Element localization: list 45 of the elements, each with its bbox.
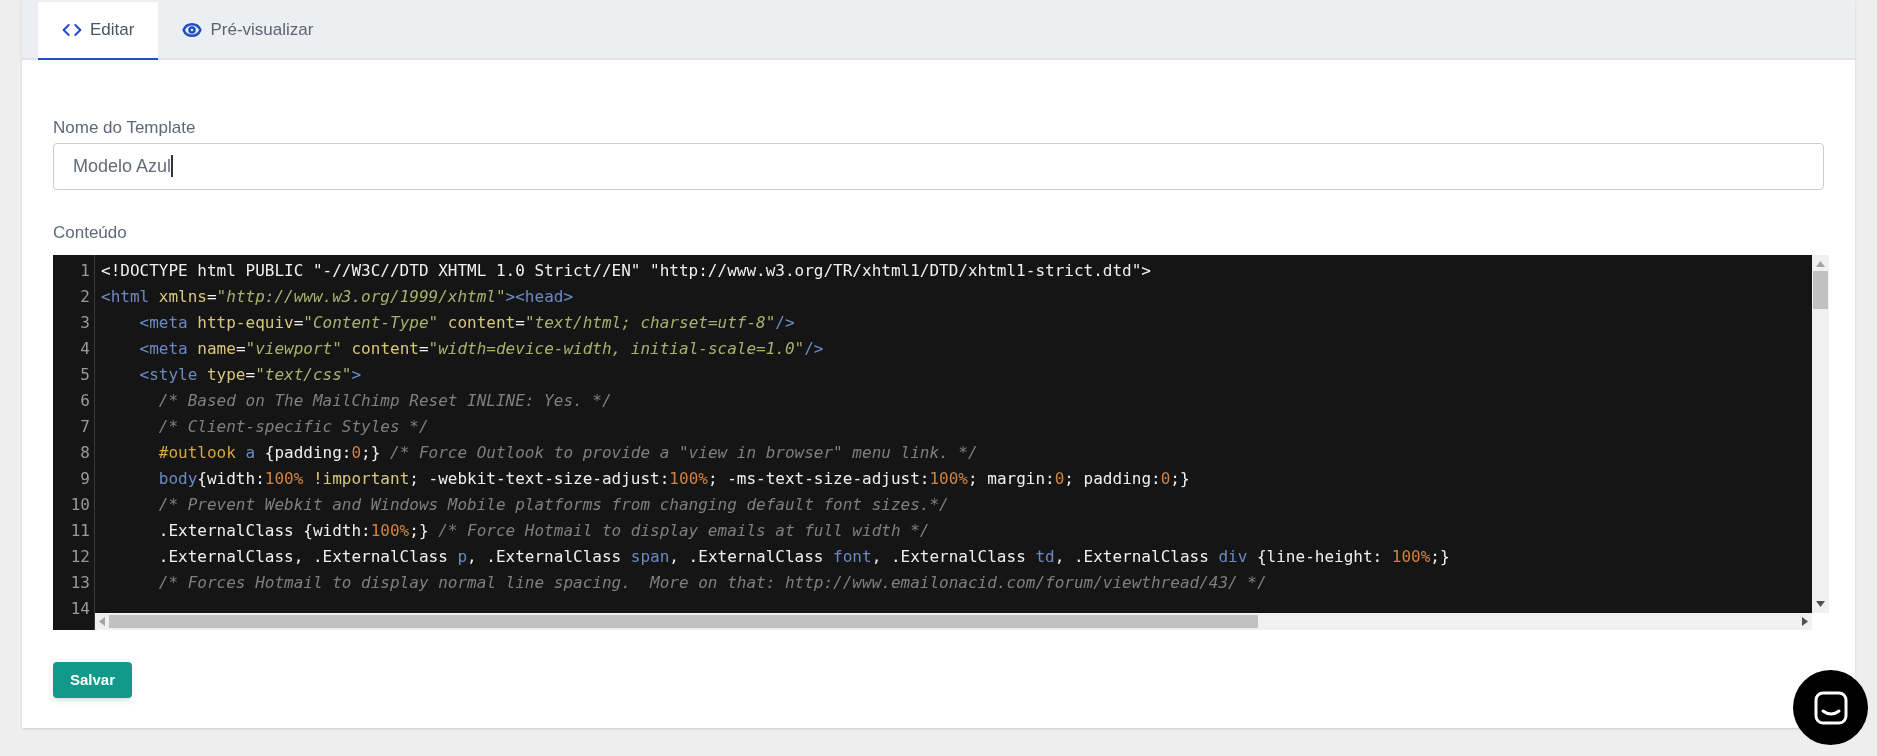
tab[interactable]: Editar	[38, 2, 159, 60]
code-line: #outlook a {padding:0;} /* Force Outlook to provide a "view in browser" menu link. */	[157, 443, 978, 462]
eye-icon	[182, 20, 203, 40]
code-line: <style type="text/css">	[138, 365, 362, 384]
scroll-thumb[interactable]	[1813, 271, 1828, 309]
line-number: 9	[80, 468, 90, 490]
line-number: 10	[70, 494, 90, 516]
line-number: 3	[80, 312, 90, 334]
code-line: /* Forces Hotmail to display normal line spacing. More on that: http://www.emailonacid.com/forum/viewthread/43/ */	[157, 573, 1267, 592]
line-number: 12	[70, 546, 90, 568]
line-number: 2	[80, 286, 90, 308]
code-line: .ExternalClass {width:100%;} /* Force Hotmail to display emails at full width */	[157, 521, 930, 540]
line-number: 4	[80, 338, 90, 360]
code-editor[interactable]	[53, 255, 1812, 630]
field-label: Conteúdo	[53, 221, 127, 244]
line-number: 14	[70, 598, 90, 620]
line-number: 13	[70, 572, 90, 594]
input-field[interactable]: Modelo Azul	[53, 142, 1824, 190]
line-number: 6	[80, 390, 90, 412]
code-line: body{width:100% !important; -webkit-text-size-adjust:100%; -ms-text-size-adjust:100%; margin:0; padding:0;}	[157, 469, 1190, 488]
chat-icon	[1813, 690, 1848, 725]
scroll-right-icon[interactable]	[1802, 617, 1808, 626]
scroll-down-icon[interactable]	[1816, 601, 1825, 607]
code-line: /* Client-specific Styles */	[157, 417, 429, 436]
code-line: .ExternalClass, .ExternalClass p, .ExternalClass span, .ExternalClass font, .ExternalClass td, .ExternalClass div {line-height: 100%;}	[157, 547, 1450, 566]
tab[interactable]: Pré-visualizar	[158, 2, 338, 60]
code-line: <html xmlns="http://www.w3.org/1999/xhtml"><head>	[101, 287, 574, 306]
save-button[interactable]: Salvar	[53, 662, 133, 698]
code-line: /* Based on The MailChimp Reset INLINE: Yes. */	[157, 391, 612, 410]
horizontal-scrollbar[interactable]	[95, 613, 1812, 630]
field-label: Nome do Template	[53, 117, 196, 139]
line-number: 11	[70, 520, 90, 542]
field-value: Modelo Azul	[73, 154, 172, 178]
line-number: 7	[80, 416, 90, 438]
code-line: <!DOCTYPE html PUBLIC "-//W3C//DTD XHTML 1.0 Strict//EN" "http://www.w3.org/TR/xhtml1/DTD/xhtml1-strict.dtd">	[101, 261, 1151, 280]
scroll-thumb[interactable]	[109, 615, 1258, 628]
line-number: 5	[80, 364, 90, 386]
scroll-up-icon[interactable]	[1816, 261, 1825, 267]
code-line: <meta name="viewport" content="width=device-width, initial-scale=1.0"/>	[138, 339, 824, 358]
scroll-left-icon[interactable]	[99, 617, 105, 626]
line-number: 1	[80, 260, 90, 282]
code-line: <meta http-equiv="Content-Type" content="text/html; charset=utf-8"/>	[138, 313, 795, 332]
vertical-scrollbar[interactable]	[1812, 255, 1829, 613]
line-number: 8	[80, 442, 90, 464]
code-line: /* Prevent Webkit and Windows Mobile platforms from changing default font sizes.*/	[157, 495, 949, 514]
